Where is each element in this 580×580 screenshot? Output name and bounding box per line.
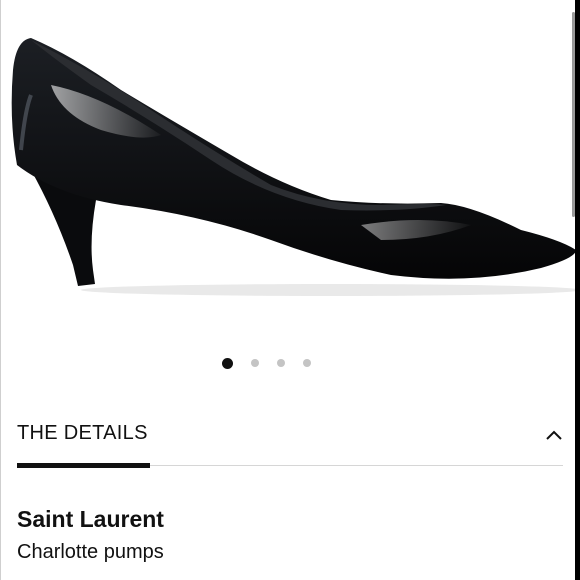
product-screen: THE DETAILS Saint Laurent Charlotte pump… [0,0,575,580]
product-image [11,38,575,296]
gallery-pagination [222,357,311,369]
pagination-dot[interactable] [222,357,233,369]
details-accordion-header[interactable]: THE DETAILS [1,412,575,468]
pagination-dot[interactable] [277,359,285,367]
pagination-dot[interactable] [251,359,259,367]
scrollbar[interactable] [572,12,575,217]
pagination-dot[interactable] [303,359,311,367]
brand-name: Saint Laurent [17,506,164,532]
details-title: THE DETAILS [17,422,148,444]
chevron-up-icon[interactable] [542,424,566,448]
product-name: Charlotte pumps [17,541,164,563]
product-image-gallery[interactable] [1,0,575,340]
active-tab-indicator [17,463,150,468]
